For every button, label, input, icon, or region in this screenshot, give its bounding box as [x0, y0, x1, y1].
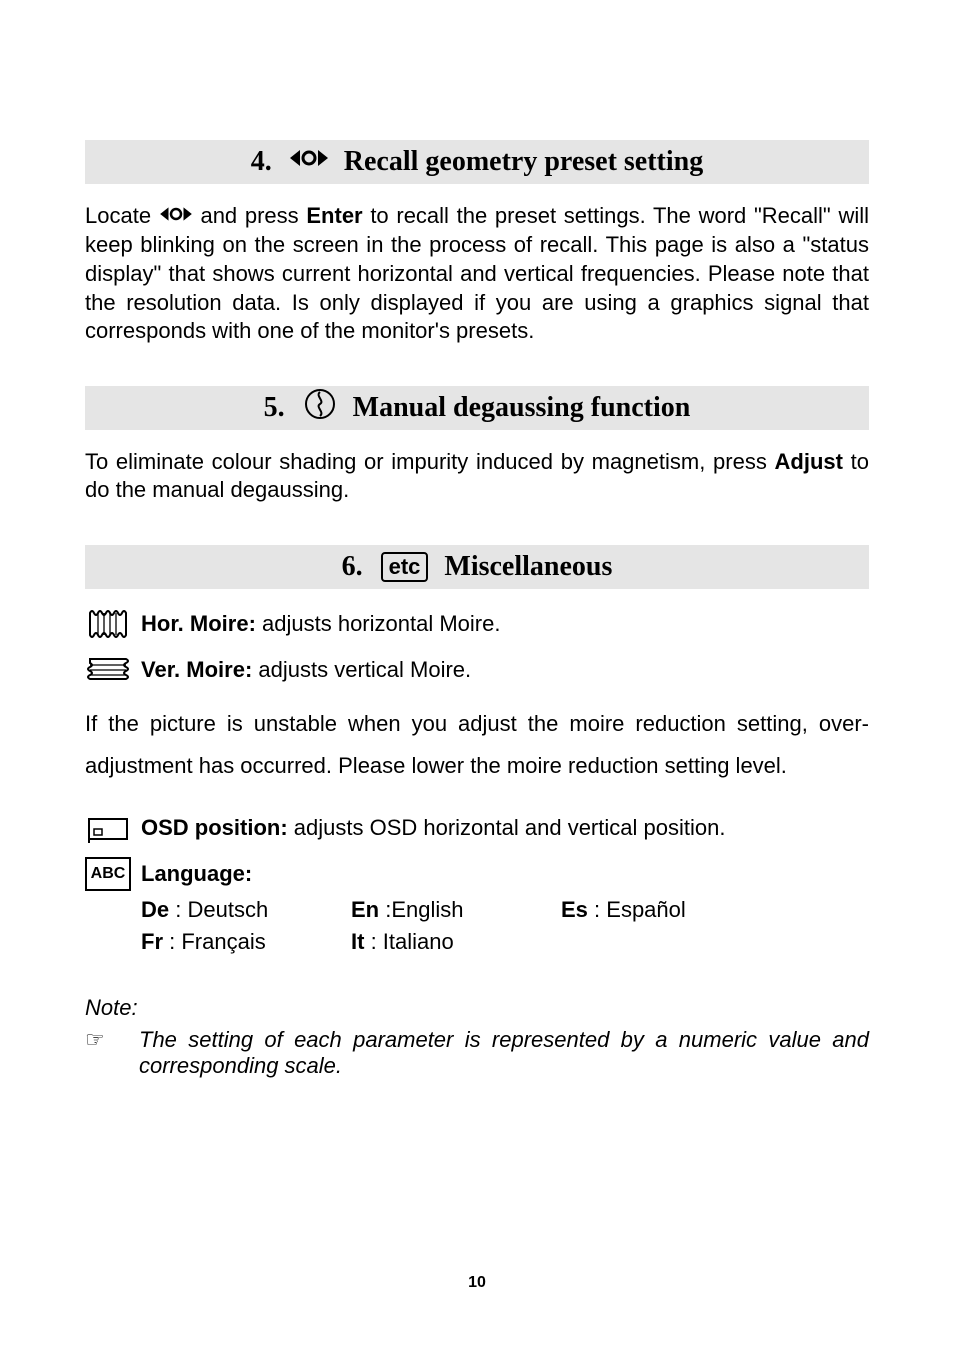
- lang-fr: Fr : Français: [141, 929, 351, 955]
- code: En: [351, 897, 379, 922]
- lang-empty: [561, 929, 771, 955]
- language-row: ABC Language:: [85, 857, 869, 891]
- language-list: De : Deutsch En :English Es : Español Fr…: [141, 897, 869, 955]
- abc-label: ABC: [85, 857, 131, 891]
- section-4-title: Recall geometry preset setting: [344, 146, 703, 178]
- language-label: Language:: [141, 861, 252, 887]
- etc-icon: etc: [381, 552, 429, 582]
- name: English: [391, 897, 463, 922]
- osd-label: OSD position:: [141, 815, 288, 840]
- sep: :: [364, 929, 382, 954]
- recall-icon: [290, 146, 328, 178]
- section-5-heading: 5. Manual degaussing function: [85, 386, 869, 430]
- section-4-heading: 4. Recall geometry preset setting: [85, 140, 869, 184]
- ver-moire-row: Ver. Moire: adjusts vertical Moire.: [85, 653, 869, 687]
- ver-moire-text: Ver. Moire: adjusts vertical Moire.: [141, 655, 471, 685]
- text: Locate: [85, 203, 151, 228]
- lang-de: De : Deutsch: [141, 897, 351, 923]
- language-icon: ABC: [85, 857, 131, 891]
- lang-it: It : Italiano: [351, 929, 561, 955]
- sep: :: [169, 897, 187, 922]
- hor-moire-text: Hor. Moire: adjusts horizontal Moire.: [141, 609, 500, 639]
- language-row-1: De : Deutsch En :English Es : Español: [141, 897, 869, 923]
- code: It: [351, 929, 364, 954]
- name: Español: [606, 897, 686, 922]
- code: De: [141, 897, 169, 922]
- text: To eliminate colour shading or impurity …: [85, 449, 775, 474]
- ver-moire-desc: adjusts vertical Moire.: [252, 657, 471, 682]
- section-5-number: 5.: [264, 392, 285, 424]
- ver-moire-icon: [85, 653, 131, 687]
- note-row: ☞ The setting of each parameter is repre…: [85, 1027, 869, 1079]
- name: Deutsch: [187, 897, 268, 922]
- note-text: The setting of each parameter is represe…: [139, 1027, 869, 1079]
- section-4-paragraph: Locate and press Enter to recall the pre…: [85, 202, 869, 346]
- page-number: 10: [0, 1274, 954, 1292]
- section-6-number: 6.: [342, 551, 363, 583]
- hor-moire-icon: [85, 607, 131, 641]
- name: Italiano: [383, 929, 454, 954]
- section-6-title: Miscellaneous: [444, 551, 612, 583]
- document-page: 4. Recall geometry preset setting Locate…: [0, 0, 954, 1352]
- section-4-number: 4.: [251, 146, 272, 178]
- degauss-icon: [303, 387, 337, 429]
- sep: :: [588, 897, 606, 922]
- sep: :: [163, 929, 181, 954]
- osd-position-row: OSD position: adjusts OSD horizontal and…: [85, 811, 869, 845]
- hor-moire-desc: adjusts horizontal Moire.: [256, 611, 501, 636]
- enter-label: Enter: [306, 203, 362, 228]
- osd-position-text: OSD position: adjusts OSD horizontal and…: [141, 813, 725, 843]
- moire-note-paragraph: If the picture is unstable when you adju…: [85, 703, 869, 787]
- section-5-paragraph: To eliminate colour shading or impurity …: [85, 448, 869, 505]
- sep: :: [379, 897, 391, 922]
- lang-en: En :English: [351, 897, 561, 923]
- lang-es: Es : Español: [561, 897, 771, 923]
- hor-moire-label: Hor. Moire:: [141, 611, 256, 636]
- recall-icon-inline: [159, 203, 193, 232]
- osd-desc: adjusts OSD horizontal and vertical posi…: [288, 815, 726, 840]
- section-6-heading: 6. etc Miscellaneous: [85, 545, 869, 589]
- pointing-hand-icon: ☞: [85, 1027, 115, 1053]
- osd-position-icon: [85, 811, 131, 845]
- ver-moire-label: Ver. Moire:: [141, 657, 252, 682]
- adjust-label: Adjust: [775, 449, 843, 474]
- section-5-title: Manual degaussing function: [353, 392, 691, 424]
- code: Es: [561, 897, 588, 922]
- code: Fr: [141, 929, 163, 954]
- text: and press: [193, 203, 307, 228]
- hor-moire-row: Hor. Moire: adjusts horizontal Moire.: [85, 607, 869, 641]
- note-heading: Note:: [85, 995, 869, 1021]
- name: Français: [181, 929, 265, 954]
- language-row-2: Fr : Français It : Italiano: [141, 929, 869, 955]
